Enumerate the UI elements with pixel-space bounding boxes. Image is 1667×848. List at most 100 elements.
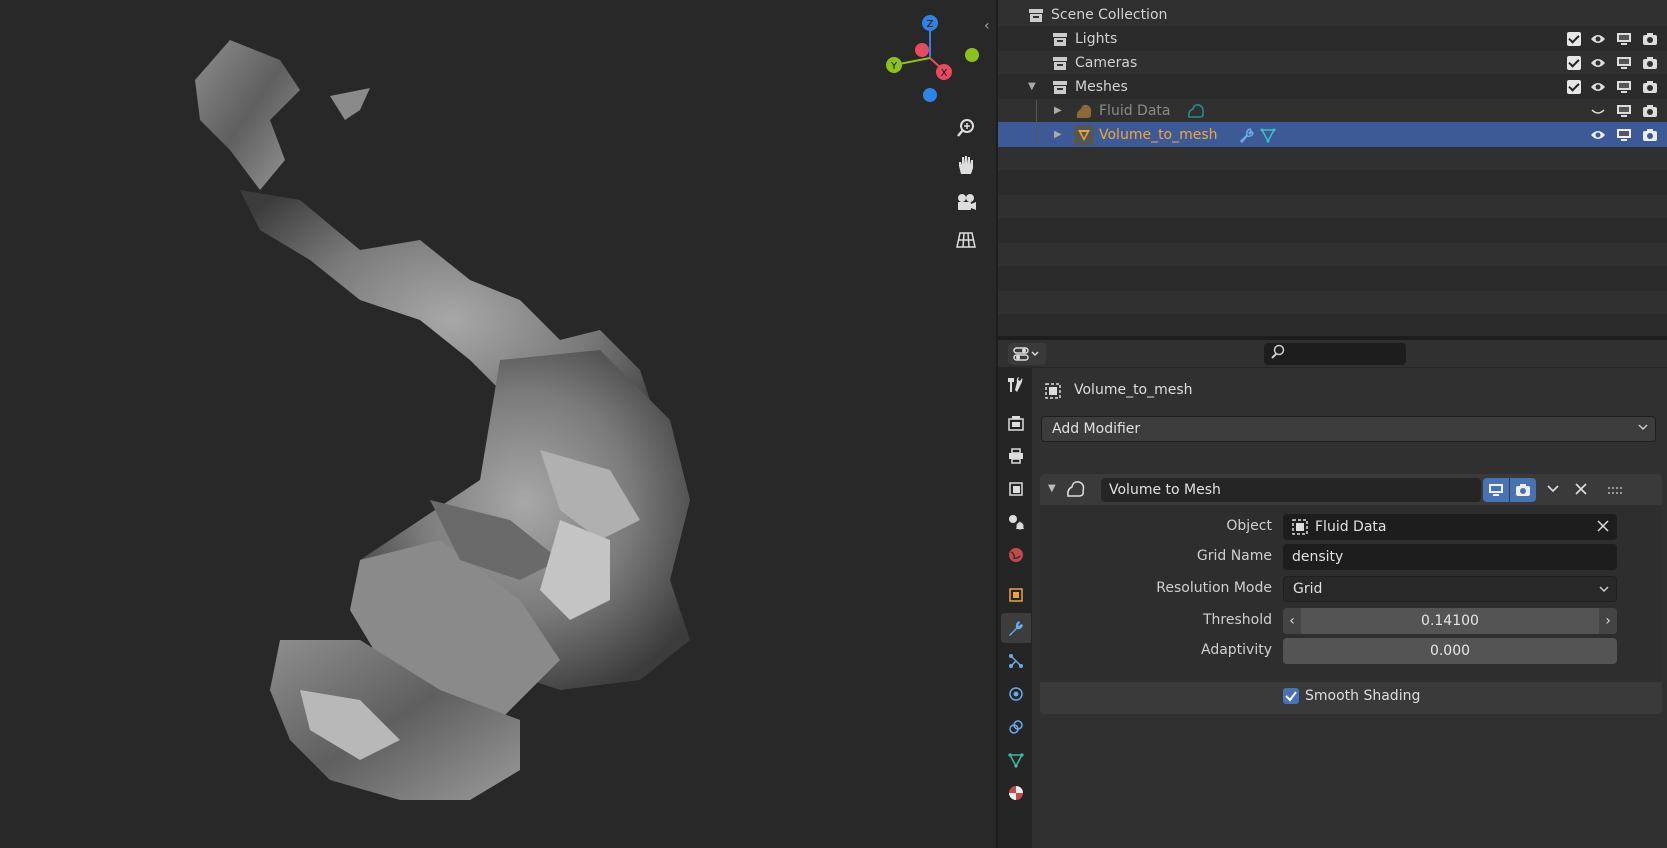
properties-tab-column bbox=[998, 368, 1032, 848]
zoom-icon[interactable] bbox=[950, 112, 982, 144]
exclude-checkbox[interactable] bbox=[1567, 55, 1581, 70]
eye-icon[interactable] bbox=[1589, 31, 1607, 47]
adaptivity-slider[interactable]: 0.000 bbox=[1283, 638, 1617, 664]
modifier-panel: ▼ Volume to Mesh Object Fluid Data Grid … bbox=[1040, 474, 1662, 714]
modifier-name-field[interactable]: Volume to Mesh bbox=[1101, 478, 1481, 502]
camera-render-icon[interactable] bbox=[1641, 79, 1659, 95]
object-field[interactable]: Fluid Data bbox=[1283, 514, 1617, 540]
gizmo-y-label: Y bbox=[890, 61, 898, 72]
outliner-row-scene-collection[interactable]: Scene Collection bbox=[998, 2, 1667, 27]
monitor-icon[interactable] bbox=[1615, 55, 1633, 71]
render-tab-icon[interactable] bbox=[1001, 408, 1031, 438]
monitor-icon[interactable] bbox=[1615, 103, 1633, 119]
tool-tab-icon[interactable] bbox=[1001, 370, 1031, 400]
mesh-object-icon bbox=[1074, 124, 1094, 145]
gizmo-z-label: Z bbox=[927, 19, 934, 30]
exclude-checkbox[interactable] bbox=[1567, 31, 1581, 46]
tree-line bbox=[1036, 100, 1037, 144]
expand-arrow-icon[interactable]: ▼ bbox=[1028, 81, 1036, 92]
mesh-data-tab-icon[interactable] bbox=[1001, 745, 1031, 775]
threshold-field[interactable]: ‹ 0.14100 › bbox=[1283, 608, 1617, 634]
eye-icon[interactable] bbox=[1589, 127, 1607, 143]
navigation-gizmo[interactable]: Z X Y bbox=[880, 15, 990, 115]
view-layer-tab-icon[interactable] bbox=[1001, 474, 1031, 504]
3d-viewport[interactable]: Z X Y ‹ bbox=[0, 0, 996, 848]
physics-tab-icon[interactable] bbox=[1001, 679, 1031, 709]
eye-icon[interactable] bbox=[1589, 79, 1607, 95]
chevron-down-icon[interactable] bbox=[1546, 483, 1560, 499]
camera-render-icon[interactable] bbox=[1641, 55, 1659, 71]
grid-icon[interactable] bbox=[950, 224, 982, 256]
gizmo-x-label: X bbox=[941, 68, 948, 79]
exclude-checkbox[interactable] bbox=[1567, 79, 1581, 94]
modifier-name: Volume to Mesh bbox=[1109, 482, 1221, 498]
volume-data-icon bbox=[1186, 101, 1206, 121]
add-modifier-dropdown[interactable]: Add Modifier bbox=[1041, 416, 1656, 442]
eye-closed-icon[interactable] bbox=[1589, 103, 1607, 119]
outliner-label: Fluid Data bbox=[1099, 102, 1171, 119]
world-tab-icon[interactable] bbox=[1001, 540, 1031, 570]
drag-handle-icon[interactable] bbox=[1608, 484, 1624, 500]
grid-name-field[interactable]: density bbox=[1283, 544, 1617, 570]
properties-header bbox=[998, 340, 1667, 368]
material-tab-icon[interactable] bbox=[1001, 778, 1031, 808]
close-icon[interactable] bbox=[1597, 520, 1609, 536]
camera-render-icon[interactable] bbox=[1641, 103, 1659, 119]
outliner-row-volume-to-mesh[interactable]: ▶ Volume_to_mesh bbox=[998, 122, 1667, 147]
show-viewport-toggle[interactable] bbox=[1483, 478, 1509, 502]
hand-pan-icon[interactable] bbox=[950, 149, 982, 181]
expand-arrow-icon[interactable]: ▶ bbox=[1054, 129, 1062, 140]
outliner-row-meshes[interactable]: ▼ Meshes bbox=[998, 74, 1667, 99]
search-field[interactable] bbox=[1264, 343, 1406, 365]
outliner-row-cameras[interactable]: Cameras bbox=[998, 50, 1667, 75]
show-render-toggle[interactable] bbox=[1510, 478, 1536, 502]
camera-render-icon[interactable] bbox=[1641, 127, 1659, 143]
object-tab-icon[interactable] bbox=[1001, 580, 1031, 610]
object-square-icon bbox=[1291, 518, 1309, 540]
collapse-arrow-icon[interactable]: ▼ bbox=[1048, 483, 1056, 494]
properties-editor[interactable]: Volume_to_mesh Add Modifier ▼ Volume to … bbox=[998, 340, 1667, 848]
object-name-label: Volume_to_mesh bbox=[1074, 382, 1193, 398]
output-tab-icon[interactable] bbox=[1001, 441, 1031, 471]
decrement-arrow-icon[interactable]: ‹ bbox=[1283, 608, 1301, 634]
outliner-row-lights[interactable]: Lights bbox=[998, 26, 1667, 51]
object-square-icon bbox=[1042, 380, 1064, 402]
outliner[interactable]: Scene Collection Lights Cameras ▼ Meshes… bbox=[998, 0, 1667, 336]
smooth-shading-label: Smooth Shading bbox=[1305, 688, 1421, 704]
smooth-shading-checkbox[interactable] bbox=[1283, 688, 1299, 704]
adaptivity-label: Adaptivity bbox=[1200, 642, 1272, 658]
editor-type-button[interactable] bbox=[1008, 343, 1046, 365]
modifier-tab-icon[interactable] bbox=[1001, 613, 1031, 643]
modifier-panel-header[interactable]: ▼ Volume to Mesh bbox=[1040, 474, 1662, 506]
monitor-icon[interactable] bbox=[1615, 79, 1633, 95]
outliner-empty-row bbox=[998, 314, 1667, 336]
camera-render-icon[interactable] bbox=[1641, 31, 1659, 47]
fluid-mesh-render bbox=[195, 40, 690, 800]
chevron-left-icon[interactable]: ‹ bbox=[984, 18, 990, 34]
camera-render-icon bbox=[1516, 484, 1530, 496]
outliner-label: Volume_to_mesh bbox=[1099, 126, 1218, 143]
monitor-icon[interactable] bbox=[1615, 31, 1633, 47]
outliner-label: Cameras bbox=[1075, 54, 1138, 71]
particles-tab-icon[interactable] bbox=[1001, 646, 1031, 676]
threshold-value: 0.14100 bbox=[1421, 613, 1479, 629]
outliner-label: Meshes bbox=[1075, 78, 1128, 95]
collection-icon bbox=[1050, 53, 1070, 73]
adaptivity-value: 0.000 bbox=[1429, 643, 1471, 659]
monitor-icon[interactable] bbox=[1615, 127, 1633, 143]
resolution-mode-dropdown[interactable]: Grid bbox=[1283, 576, 1617, 602]
camera-icon[interactable] bbox=[950, 187, 982, 219]
expand-arrow-icon[interactable]: ▶ bbox=[1054, 105, 1062, 116]
resolution-mode-label: Resolution Mode bbox=[1156, 580, 1272, 596]
increment-arrow-icon[interactable]: › bbox=[1599, 608, 1617, 634]
eye-icon[interactable] bbox=[1589, 55, 1607, 71]
mesh-data-icon bbox=[1258, 125, 1278, 145]
constraints-tab-icon[interactable] bbox=[1001, 712, 1031, 742]
add-modifier-label: Add Modifier bbox=[1052, 421, 1141, 437]
outliner-empty-row bbox=[998, 266, 1667, 291]
volume-modifier-icon bbox=[1066, 480, 1086, 502]
smooth-shading-row[interactable]: Smooth Shading bbox=[1283, 688, 1420, 704]
scene-tab-icon[interactable] bbox=[1001, 507, 1031, 537]
close-icon[interactable] bbox=[1574, 482, 1588, 500]
outliner-row-fluid-data[interactable]: ▶ Fluid Data bbox=[998, 98, 1667, 123]
